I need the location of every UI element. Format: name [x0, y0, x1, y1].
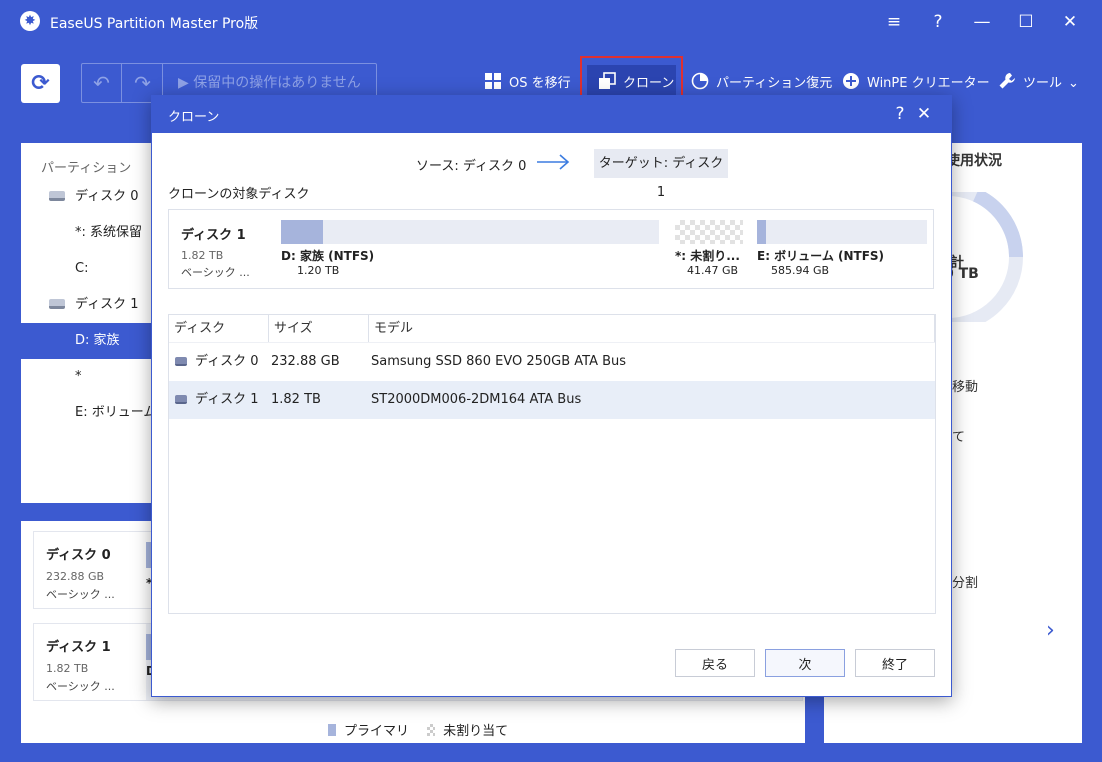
partition-size: 1.20 TB [297, 264, 340, 277]
target-disk-caption: クローンの対象ディスク [168, 187, 310, 202]
partition-label: D: 家族 (NTFS) [281, 249, 375, 263]
disk-icon [175, 395, 187, 404]
chevron-right-icon[interactable]: › [1046, 618, 1055, 643]
tools-label: ツール [1023, 76, 1063, 91]
partition-size: 585.94 GB [771, 264, 830, 277]
undo-button[interactable]: ↶ [82, 64, 122, 102]
minimize-button[interactable]: — [970, 10, 994, 34]
clone-dialog: クローン ? ✕ ソース: ディスク 0 ターゲット: ディスク 1 クローンの… [151, 95, 952, 697]
close-icon[interactable]: ✕ [913, 103, 935, 125]
back-button[interactable]: 戻る [675, 649, 755, 677]
finish-button[interactable]: 終了 [855, 649, 935, 677]
maximize-button[interactable]: ☐ [1014, 10, 1038, 34]
help-icon[interactable]: ? [926, 10, 950, 34]
partition-bar-e[interactable] [757, 220, 927, 244]
clone-icon [599, 72, 616, 89]
help-icon[interactable]: ? [889, 103, 911, 125]
layout-disk-name: ディスク 1 [181, 228, 246, 243]
unallocated-swatch [427, 724, 436, 736]
winpe-creator-label: WinPE クリエーター [867, 76, 990, 91]
disk-icon [49, 299, 65, 309]
windows-icon [485, 73, 501, 89]
partition-recovery-button[interactable]: パーティション復元 [691, 72, 832, 96]
os-migrate-label: OS を移行 [509, 76, 571, 91]
target-label: ターゲット: ディスク 1 [594, 149, 728, 200]
partition-label: *: 未割り... [675, 249, 740, 263]
dialog-title: クローン [168, 110, 220, 125]
arrow-right-icon [537, 154, 570, 170]
disk-table: ディスク サイズ モデル ディスク 0 232.88 GB Samsung SS… [168, 314, 936, 614]
column-header-size[interactable]: サイズ [269, 315, 369, 343]
chevron-down-icon: ⌄ [1068, 76, 1079, 91]
partition-recovery-label: パーティション復元 [716, 76, 833, 91]
clone-button[interactable]: クローン [598, 72, 674, 96]
target-disk-layout: ディスク 1 1.82 TB ベーシック ... D: 家族 (NTFS) 1.… [168, 209, 934, 289]
disk-icon [49, 191, 65, 201]
table-row[interactable]: ディスク 0 232.88 GB Samsung SSD 860 EVO 250… [169, 343, 935, 381]
wrench-icon [999, 73, 1015, 89]
legend: プライマリ 未割り当て [328, 720, 508, 739]
column-header-disk[interactable]: ディスク [169, 315, 269, 343]
column-header-model[interactable]: モデル [369, 315, 935, 343]
next-button[interactable]: 次 [765, 649, 845, 677]
partition-used-fill [757, 220, 766, 244]
action-move-partial[interactable]: 移動 [952, 376, 978, 395]
layout-disk-type: ベーシック ... [181, 266, 250, 279]
partition-bar-d[interactable] [281, 220, 659, 244]
source-label: ソース: ディスク 0 [416, 159, 527, 174]
partition-bar-unallocated[interactable] [675, 220, 743, 244]
close-button[interactable]: ✕ [1058, 10, 1082, 34]
plus-circle-icon [843, 73, 859, 89]
partition-size: 41.47 GB [687, 264, 739, 277]
menu-icon[interactable]: ≡ [882, 10, 906, 34]
primary-swatch [328, 724, 336, 736]
easeus-logo-icon: ✸ [20, 11, 40, 31]
usage-title: 使用状況 [946, 153, 1002, 169]
partition-used-fill [281, 220, 323, 244]
table-row-selected[interactable]: ディスク 1 1.82 TB ST2000DM006-2DM164 ATA Bu… [169, 381, 935, 419]
legend-primary: プライマリ [344, 724, 410, 739]
dialog-header: クローン ? ✕ [152, 96, 951, 133]
layout-disk-size: 1.82 TB [181, 249, 224, 262]
pie-icon [691, 72, 709, 90]
refresh-button[interactable]: ⟳ [21, 64, 60, 103]
action-split-partial[interactable]: 分割 [952, 572, 978, 591]
title-bar: ✸ EaseUS Partition Master Pro版 ≡ ? — ☐ ✕ [0, 0, 1102, 44]
legend-unallocated: 未割り当て [443, 724, 509, 739]
partition-label: E: ボリューム (NTFS) [757, 249, 885, 263]
partition-list-header: パーティション [41, 161, 132, 176]
winpe-creator-button[interactable]: WinPE クリエーター [842, 72, 990, 96]
clone-label: クローン [623, 76, 675, 91]
tools-button[interactable]: ツール ⌄ [998, 72, 1079, 96]
disk-icon [175, 357, 187, 366]
app-title: EaseUS Partition Master Pro版 [50, 16, 259, 32]
os-migrate-button[interactable]: OS を移行 [484, 72, 571, 96]
action-partial[interactable]: て [952, 426, 965, 445]
